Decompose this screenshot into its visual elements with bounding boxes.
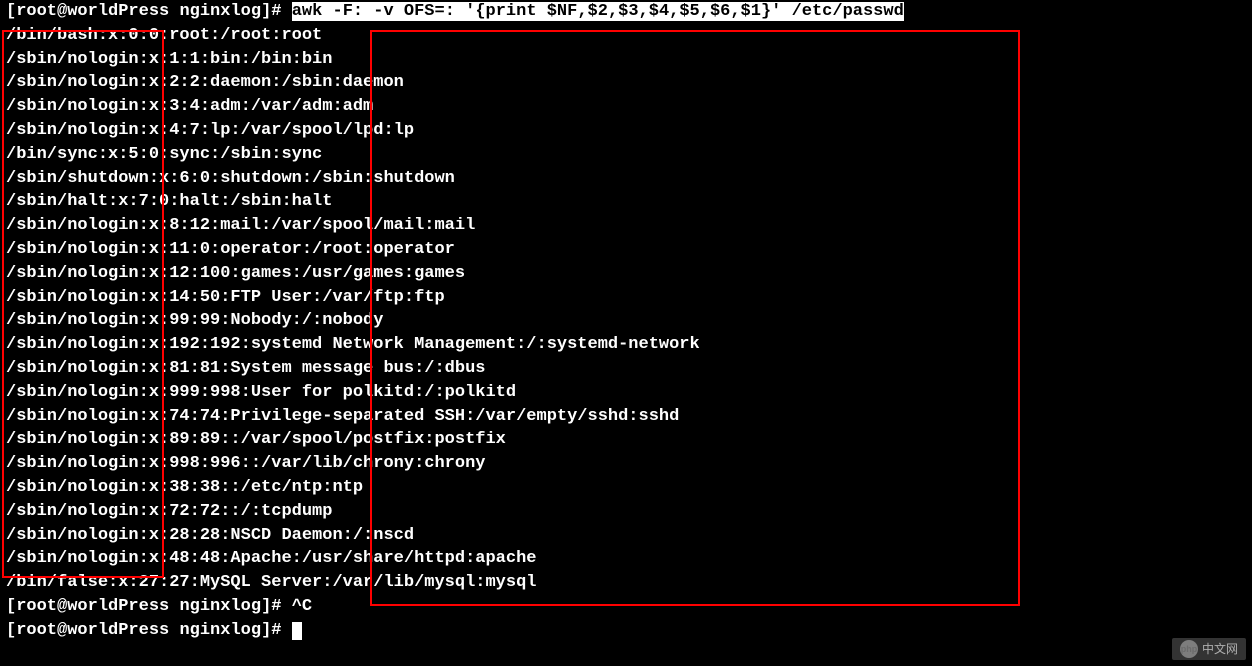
- output-line: /sbin/nologin:x:72:72::/:tcpdump: [6, 500, 1246, 524]
- command-line: [root@worldPress nginxlog]# awk -F: -v O…: [6, 0, 1246, 24]
- output-line: /sbin/nologin:x:4:7:lp:/var/spool/lpd:lp: [6, 119, 1246, 143]
- output-line: /sbin/nologin:x:89:89::/var/spool/postfi…: [6, 428, 1246, 452]
- output-line: /sbin/nologin:x:48:48:Apache:/usr/share/…: [6, 547, 1246, 571]
- output-line: /bin/sync:x:5:0:sync:/sbin:sync: [6, 143, 1246, 167]
- output-line: /sbin/shutdown:x:6:0:shutdown:/sbin:shut…: [6, 167, 1246, 191]
- prompt-interrupted: [root@worldPress nginxlog]# ^C: [6, 595, 1246, 619]
- output-line: /bin/false:x:27:27:MySQL Server:/var/lib…: [6, 571, 1246, 595]
- output-line: /sbin/nologin:x:2:2:daemon:/sbin:daemon: [6, 71, 1246, 95]
- output-line: /sbin/nologin:x:99:99:Nobody:/:nobody: [6, 309, 1246, 333]
- output-line: /sbin/nologin:x:74:74:Privilege-separate…: [6, 405, 1246, 429]
- output-line: /sbin/nologin:x:192:192:systemd Network …: [6, 333, 1246, 357]
- output-line: /sbin/halt:x:7:0:halt:/sbin:halt: [6, 190, 1246, 214]
- text-cursor: [292, 622, 302, 640]
- output-line: /sbin/nologin:x:28:28:NSCD Daemon:/:nscd: [6, 524, 1246, 548]
- prompt-current[interactable]: [root@worldPress nginxlog]#: [6, 619, 1246, 643]
- output-line: /bin/bash:x:0:0:root:/root:root: [6, 24, 1246, 48]
- shell-prompt: [root@worldPress nginxlog]#: [6, 2, 292, 21]
- terminal-window[interactable]: [root@worldPress nginxlog]# awk -F: -v O…: [0, 0, 1252, 643]
- output-line: /sbin/nologin:x:3:4:adm:/var/adm:adm: [6, 95, 1246, 119]
- output-line: /sbin/nologin:x:14:50:FTP User:/var/ftp:…: [6, 286, 1246, 310]
- command-output: /bin/bash:x:0:0:root:/root:root/sbin/nol…: [6, 24, 1246, 595]
- output-line: /sbin/nologin:x:81:81:System message bus…: [6, 357, 1246, 381]
- watermark: php 中文网: [1172, 638, 1246, 660]
- output-line: /sbin/nologin:x:38:38::/etc/ntp:ntp: [6, 476, 1246, 500]
- watermark-logo-icon: php: [1180, 640, 1198, 658]
- output-line: /sbin/nologin:x:12:100:games:/usr/games:…: [6, 262, 1246, 286]
- output-line: /sbin/nologin:x:998:996::/var/lib/chrony…: [6, 452, 1246, 476]
- output-line: /sbin/nologin:x:999:998:User for polkitd…: [6, 381, 1246, 405]
- output-line: /sbin/nologin:x:11:0:operator:/root:oper…: [6, 238, 1246, 262]
- watermark-text: 中文网: [1202, 641, 1238, 658]
- entered-command: awk -F: -v OFS=: '{print $NF,$2,$3,$4,$5…: [292, 2, 904, 21]
- output-line: /sbin/nologin:x:1:1:bin:/bin:bin: [6, 48, 1246, 72]
- output-line: /sbin/nologin:x:8:12:mail:/var/spool/mai…: [6, 214, 1246, 238]
